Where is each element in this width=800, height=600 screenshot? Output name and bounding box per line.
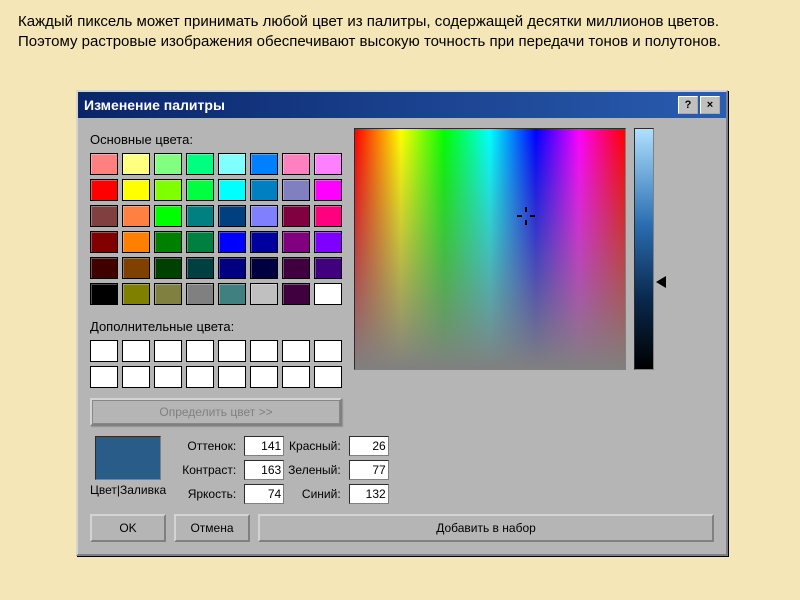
green-input[interactable]	[349, 460, 389, 480]
basic-color-swatch[interactable]	[282, 205, 310, 227]
custom-color-swatch[interactable]	[250, 340, 278, 362]
basic-color-swatch[interactable]	[90, 283, 118, 305]
add-to-set-button[interactable]: Добавить в набор	[258, 514, 714, 542]
cancel-button[interactable]: Отмена	[174, 514, 250, 542]
color-dialog: Изменение палитры ? × Основные цвета: До…	[76, 90, 728, 556]
basic-color-swatch[interactable]	[122, 231, 150, 253]
preview-label: Цвет|Заливка	[90, 483, 166, 497]
basic-color-swatch[interactable]	[218, 205, 246, 227]
basic-color-swatch[interactable]	[90, 257, 118, 279]
basic-color-swatch[interactable]	[250, 283, 278, 305]
basic-color-swatch[interactable]	[154, 179, 182, 201]
basic-color-swatch[interactable]	[218, 179, 246, 201]
basic-color-swatch[interactable]	[122, 179, 150, 201]
hue-label: Оттенок:	[182, 439, 236, 453]
titlebar: Изменение палитры ? ×	[78, 92, 726, 118]
ok-button[interactable]: OK	[90, 514, 166, 542]
basic-color-swatch[interactable]	[122, 205, 150, 227]
define-color-button[interactable]: Определить цвет >>	[90, 398, 342, 426]
custom-color-swatch[interactable]	[90, 340, 118, 362]
lum-input[interactable]	[244, 484, 284, 504]
basic-color-swatch[interactable]	[282, 231, 310, 253]
basic-color-swatch[interactable]	[186, 231, 214, 253]
basic-color-swatch[interactable]	[186, 179, 214, 201]
custom-color-swatch[interactable]	[282, 340, 310, 362]
custom-color-swatch[interactable]	[314, 366, 342, 388]
custom-color-swatch[interactable]	[154, 340, 182, 362]
blue-label: Синий:	[288, 487, 341, 501]
spectrum-area	[354, 128, 626, 426]
basic-color-swatch[interactable]	[154, 283, 182, 305]
hue-input[interactable]	[244, 436, 284, 456]
custom-color-swatch[interactable]	[186, 340, 214, 362]
basic-color-swatch[interactable]	[218, 283, 246, 305]
basic-color-swatch[interactable]	[90, 179, 118, 201]
basic-color-swatch[interactable]	[250, 205, 278, 227]
color-spectrum[interactable]	[354, 128, 626, 370]
basic-color-swatch[interactable]	[218, 231, 246, 253]
custom-color-swatch[interactable]	[122, 366, 150, 388]
basic-color-swatch[interactable]	[122, 153, 150, 175]
custom-color-swatch[interactable]	[250, 366, 278, 388]
basic-color-swatch[interactable]	[282, 257, 310, 279]
basic-color-swatch[interactable]	[250, 257, 278, 279]
basic-color-swatch[interactable]	[90, 153, 118, 175]
basic-color-swatch[interactable]	[314, 205, 342, 227]
sat-input[interactable]	[244, 460, 284, 480]
basic-color-swatch[interactable]	[154, 231, 182, 253]
sat-label: Контраст:	[182, 463, 236, 477]
custom-color-swatch[interactable]	[122, 340, 150, 362]
basic-color-swatch[interactable]	[314, 179, 342, 201]
custom-color-grid	[90, 340, 342, 388]
color-preview	[95, 436, 161, 480]
basic-color-swatch[interactable]	[154, 257, 182, 279]
dialog-title: Изменение палитры	[84, 97, 225, 113]
red-label: Красный:	[288, 439, 341, 453]
basic-color-swatch[interactable]	[314, 283, 342, 305]
basic-color-swatch[interactable]	[314, 231, 342, 253]
custom-color-swatch[interactable]	[186, 366, 214, 388]
basic-color-grid	[90, 153, 342, 305]
basic-color-swatch[interactable]	[282, 283, 310, 305]
custom-color-swatch[interactable]	[90, 366, 118, 388]
basic-color-swatch[interactable]	[186, 205, 214, 227]
luminance-slider[interactable]	[656, 276, 666, 288]
luminance-bar[interactable]	[634, 128, 654, 370]
basic-color-swatch[interactable]	[250, 153, 278, 175]
basic-color-swatch[interactable]	[218, 153, 246, 175]
help-button[interactable]: ?	[678, 96, 698, 114]
custom-color-swatch[interactable]	[282, 366, 310, 388]
basic-color-swatch[interactable]	[282, 179, 310, 201]
basic-color-swatch[interactable]	[186, 257, 214, 279]
basic-color-swatch[interactable]	[154, 205, 182, 227]
blue-input[interactable]	[349, 484, 389, 504]
basic-color-swatch[interactable]	[314, 257, 342, 279]
basic-color-swatch[interactable]	[282, 153, 310, 175]
basic-color-swatch[interactable]	[314, 153, 342, 175]
basic-colors-label: Основные цвета:	[90, 132, 342, 147]
basic-color-swatch[interactable]	[122, 283, 150, 305]
basic-color-swatch[interactable]	[90, 231, 118, 253]
basic-color-swatch[interactable]	[250, 231, 278, 253]
basic-color-swatch[interactable]	[250, 179, 278, 201]
lum-label: Яркость:	[182, 487, 236, 501]
close-button[interactable]: ×	[700, 96, 720, 114]
custom-color-swatch[interactable]	[154, 366, 182, 388]
basic-color-swatch[interactable]	[122, 257, 150, 279]
red-input[interactable]	[349, 436, 389, 456]
value-inputs: Оттенок: Красный: Контраст: Зеленый: Ярк…	[182, 436, 384, 504]
custom-colors-label: Дополнительные цвета:	[90, 319, 342, 334]
slide-description: Каждый пиксель может принимать любой цве…	[0, 0, 800, 61]
custom-color-swatch[interactable]	[218, 366, 246, 388]
basic-color-swatch[interactable]	[186, 283, 214, 305]
custom-color-swatch[interactable]	[314, 340, 342, 362]
basic-color-swatch[interactable]	[90, 205, 118, 227]
custom-color-swatch[interactable]	[218, 340, 246, 362]
basic-color-swatch[interactable]	[186, 153, 214, 175]
basic-color-swatch[interactable]	[218, 257, 246, 279]
green-label: Зеленый:	[288, 463, 341, 477]
basic-color-swatch[interactable]	[154, 153, 182, 175]
